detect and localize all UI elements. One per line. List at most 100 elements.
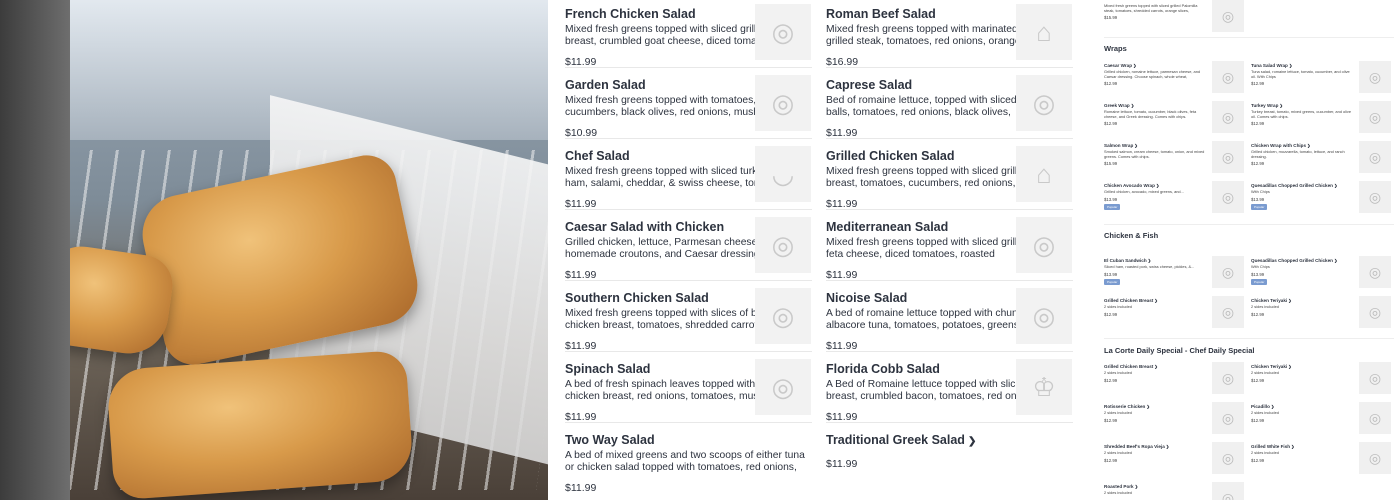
display-case-frame — [0, 0, 70, 500]
side-menu-item-title-text: Chicken Avocado Wrap — [1104, 183, 1155, 188]
plate-icon: ◎ — [755, 75, 811, 131]
side-menu-item-title-text: Chicken Wrap with Chips — [1251, 143, 1307, 148]
side-menu-item-description: Grilled chicken, avocado, mixed greens, … — [1104, 189, 1184, 194]
plate-icon: ◎ — [1359, 296, 1391, 328]
menu-item-title-text: Southern Chicken Salad — [565, 291, 709, 305]
side-menu-item-title-text: Shredded Beef's Ropa Vieja — [1104, 444, 1165, 449]
menu-divider — [565, 138, 812, 139]
menu-item-description: A bed of mixed greens and two scoops of … — [565, 450, 805, 474]
plate-icon: ◎ — [1212, 101, 1244, 133]
chevron-right-icon: ❯ — [1290, 444, 1295, 449]
menu-divider — [565, 67, 812, 68]
plate-icon: ◎ — [755, 288, 811, 344]
section-heading: Wraps — [1104, 44, 1127, 53]
menu-item-title-text: Traditional Greek Salad — [826, 433, 965, 447]
popular-badge: Popular — [1104, 278, 1121, 285]
plate-icon: ◎ — [755, 217, 811, 273]
side-menu-item-title-text: Salmon Wrap — [1104, 143, 1134, 148]
menu-item-title-text: French Chicken Salad — [565, 7, 696, 21]
side-menu-item-description: 2 sides included — [1104, 410, 1132, 415]
menu-item-title-text: Roman Beef Salad — [826, 7, 936, 21]
plate-icon: ◎ — [1016, 217, 1072, 273]
menu-divider — [826, 280, 1073, 281]
side-menu-item-description: 2 sides included — [1104, 370, 1132, 375]
plate-icon: ◎ — [1359, 402, 1391, 434]
plate-icon: ◎ — [1212, 61, 1244, 93]
dish-icon: ⌂ — [1016, 4, 1072, 60]
menu-item-title-text: Mediterranean Salad — [826, 220, 949, 234]
plate-icon: ◎ — [1016, 288, 1072, 344]
menu-item-card[interactable]: Traditional Greek Salad ❯ $11.99 — [826, 433, 1073, 491]
side-menu-item-description: Grilled chicken, romaine lettuce, parmes… — [1104, 69, 1201, 79]
side-menu-item-title-text: Grilled Chicken Breast — [1104, 364, 1154, 369]
hero-food-photo — [0, 0, 548, 500]
plate-icon: ◎ — [755, 4, 811, 60]
chevron-right-icon: ❯ — [1129, 103, 1135, 108]
side-menu-item-description: 2 sides included — [1251, 304, 1279, 309]
side-menu-item-description: With Chips — [1251, 189, 1270, 194]
chevron-right-icon: ❯ — [1154, 183, 1160, 188]
side-menu-panel: Mixed fresh greens topped with sliced gr… — [1098, 0, 1400, 500]
chevron-right-icon: ❯ — [1164, 444, 1170, 449]
menu-item-title-text: Caesar Salad with Chicken — [565, 220, 725, 234]
menu-divider — [826, 422, 1073, 423]
chevron-right-icon: ❯ — [1269, 404, 1275, 409]
side-menu-item-title-text: Caesar Wrap — [1104, 63, 1133, 68]
plate-icon: ◎ — [1212, 0, 1244, 32]
menu-divider — [565, 422, 812, 423]
chevron-right-icon: ❯ — [1332, 258, 1338, 263]
bowl-icon: ◡ — [755, 146, 811, 202]
side-menu-item-description: 2 sides included — [1104, 450, 1132, 455]
chevron-right-icon: ❯ — [1133, 484, 1139, 489]
side-menu-item-title-text: Grilled White Fish — [1251, 444, 1291, 449]
side-menu-item-title-text: Grilled Chicken Breast — [1104, 298, 1154, 303]
chevron-right-icon: ❯ — [967, 436, 977, 447]
chevron-right-icon: ❯ — [1153, 364, 1158, 369]
chevron-right-icon: ❯ — [1332, 183, 1338, 188]
side-menu-item-title-text: Greek Wrap — [1104, 103, 1130, 108]
menu-item-title-text: Caprese Salad — [826, 78, 913, 92]
plate-icon: ◎ — [1212, 442, 1244, 474]
side-menu-item-title-text: Tuna Salad Wrap — [1251, 63, 1288, 68]
plate-icon: ◎ — [1359, 181, 1391, 213]
section-heading: Chicken & Fish — [1104, 231, 1159, 240]
menu-item-card[interactable]: Two Way Salad A bed of mixed greens and t… — [565, 433, 812, 494]
popular-badge: Popular — [1104, 203, 1121, 210]
pastry — [105, 349, 415, 500]
menu-divider — [565, 280, 812, 281]
side-menu-item-title-text: El Cuban Sandwich — [1104, 258, 1147, 263]
menu-item-title: Traditional Greek Salad ❯ — [826, 433, 1073, 449]
plate-icon: ◎ — [1212, 482, 1244, 500]
menu-item-title-text: Grilled Chicken Salad — [826, 149, 955, 163]
chevron-right-icon: ❯ — [1153, 298, 1158, 303]
side-menu-item-description: 2 sides included — [1251, 370, 1279, 375]
popular-badge: Popular — [1251, 278, 1268, 285]
section-divider — [1104, 37, 1394, 38]
chevron-right-icon: ❯ — [1287, 63, 1293, 68]
menu-divider — [826, 67, 1073, 68]
chevron-right-icon: ❯ — [1287, 298, 1292, 303]
menu-divider — [565, 351, 812, 352]
plate-icon: ◎ — [1359, 61, 1391, 93]
side-menu-item-description: 2 sides included — [1104, 490, 1132, 495]
plate-icon: ◎ — [1016, 75, 1072, 131]
menu-item-price: $11.99 — [826, 458, 858, 470]
menu-divider — [826, 351, 1073, 352]
side-menu-item-title-text: Quesadillas Chopped Grilled Chicken — [1251, 258, 1333, 263]
side-menu-item-title-text: Roasted Pork — [1104, 484, 1134, 489]
side-menu-item-description: Turkey breast, tomato, mixed greens, cuc… — [1251, 109, 1351, 119]
side-menu-item-title-text: Chicken Teriyaki — [1251, 364, 1288, 369]
side-menu-item-description: Grilled chicken, mozzarella, tomato, let… — [1251, 149, 1345, 159]
plate-icon: ◎ — [1212, 181, 1244, 213]
chevron-right-icon: ❯ — [1146, 258, 1152, 263]
chevron-right-icon: ❯ — [1133, 143, 1138, 148]
side-menu-item-description: 2 sides included — [1251, 410, 1279, 415]
side-menu-item-title-text: Rotisserie Chicken — [1104, 404, 1146, 409]
plate-icon: ◎ — [1212, 141, 1244, 173]
side-menu-item-title-text: Quesadillas Chopped Grilled Chicken — [1251, 183, 1333, 188]
section-divider — [1104, 224, 1394, 225]
menu-item-title-text: Nicoise Salad — [826, 291, 908, 305]
menu-item-title-text: Two Way Salad — [565, 433, 655, 447]
plate-icon: ◎ — [1212, 256, 1244, 288]
plate-icon: ◎ — [1212, 402, 1244, 434]
